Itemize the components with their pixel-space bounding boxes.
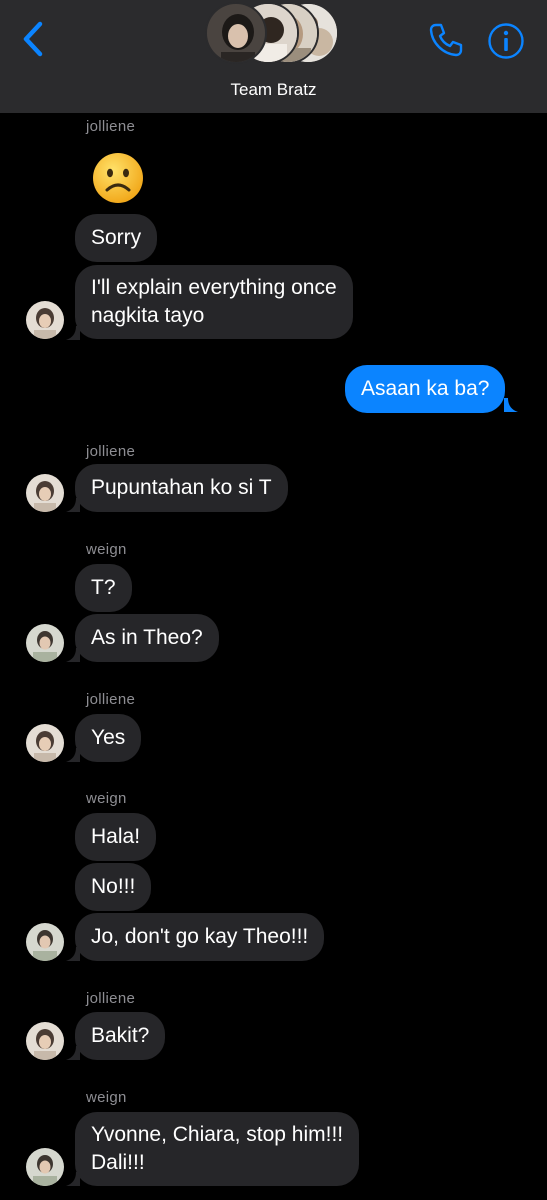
message-bubble[interactable]: Yes xyxy=(75,714,142,762)
message-bubble[interactable]: I'll explain everything once nagkita tay… xyxy=(75,265,353,339)
sender-name: jolliene xyxy=(86,118,136,135)
sender-name: jolliene xyxy=(86,990,136,1007)
message-bubble[interactable]: Yvonne, Chiara, stop him!!! Dali!!! xyxy=(75,1112,360,1186)
group-avatar-1 xyxy=(205,2,267,64)
sender-name: weign xyxy=(86,541,127,558)
bubble-tail xyxy=(66,648,80,662)
message-bubble[interactable]: Jo, don't go kay Theo!!! xyxy=(75,913,325,961)
frowning-face-emoji xyxy=(93,153,143,203)
sender-name: weign xyxy=(86,790,127,807)
message-bubble[interactable]: Bakit? xyxy=(75,1012,166,1060)
info-icon[interactable] xyxy=(487,22,525,60)
bubble-tail xyxy=(66,498,80,512)
sender-name: weign xyxy=(86,1089,127,1106)
message-bubble[interactable]: T? xyxy=(75,564,132,612)
message-text: I'll explain everything once xyxy=(91,276,337,299)
outgoing-message-bubble[interactable]: Asaan ka ba? xyxy=(345,365,506,413)
chevron-left-icon[interactable] xyxy=(18,20,48,58)
message-text: Dali!!! xyxy=(91,1151,145,1174)
avatar-jolliene[interactable] xyxy=(26,1022,64,1060)
avatar-weign[interactable] xyxy=(26,624,64,662)
group-name[interactable]: Team Bratz xyxy=(0,80,547,100)
phone-icon[interactable] xyxy=(428,22,464,58)
sender-name: jolliene xyxy=(86,691,136,708)
message-bubble[interactable]: As in Theo? xyxy=(75,614,219,662)
bubble-tail xyxy=(66,947,80,961)
group-avatars[interactable] xyxy=(205,2,345,68)
message-bubble[interactable]: Pupuntahan ko si T xyxy=(75,464,288,512)
message-text: nagkita tayo xyxy=(91,304,205,327)
avatar-jolliene[interactable] xyxy=(26,724,64,762)
avatar-jolliene[interactable] xyxy=(26,301,64,339)
chat-header: Team Bratz xyxy=(0,0,547,113)
avatar-weign[interactable] xyxy=(26,1148,64,1186)
message-bubble[interactable]: Hala! xyxy=(75,813,157,861)
avatar-jolliene[interactable] xyxy=(26,474,64,512)
bubble-tail xyxy=(66,326,80,340)
bubble-tail xyxy=(66,1172,80,1186)
message-bubble[interactable]: No!!! xyxy=(75,863,152,911)
bubble-tail xyxy=(504,398,518,412)
message-bubble[interactable]: Sorry xyxy=(75,214,158,262)
message-text: Yvonne, Chiara, stop him!!! xyxy=(91,1123,344,1146)
avatar-weign[interactable] xyxy=(26,923,64,961)
bubble-tail xyxy=(66,748,80,762)
bubble-tail xyxy=(66,1046,80,1060)
sender-name: jolliene xyxy=(86,443,136,460)
